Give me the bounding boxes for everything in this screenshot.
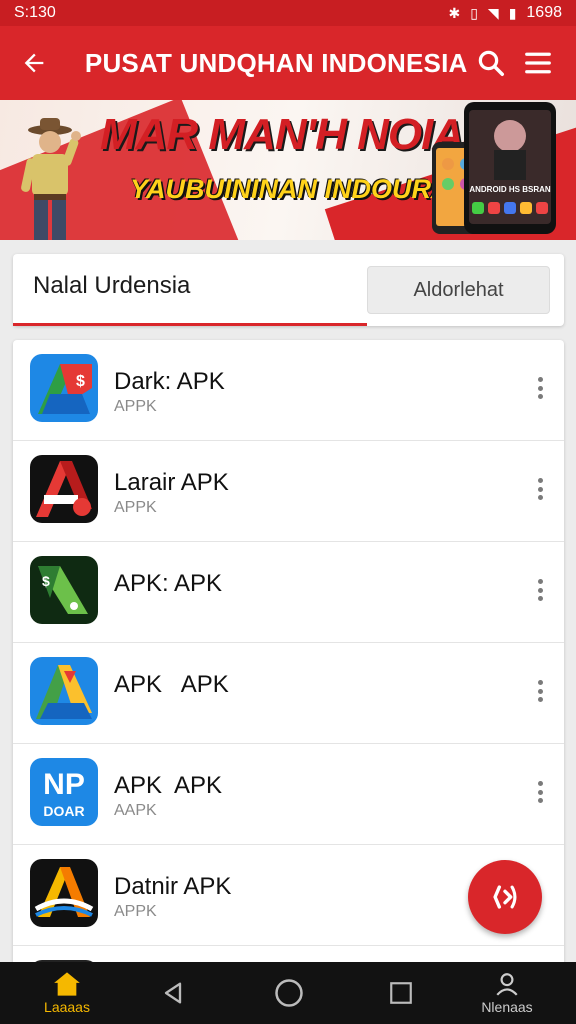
square-recents-icon bbox=[390, 982, 412, 1004]
app-subtitle: AAPK bbox=[114, 802, 157, 819]
list-item[interactable]: NP DOAR APK APK AAPK bbox=[13, 744, 564, 845]
app-icon-text: NP bbox=[43, 768, 85, 801]
app-logo-icon bbox=[30, 455, 98, 523]
app-icon: NP DOAR bbox=[30, 758, 98, 826]
app-logo-icon: $ bbox=[30, 354, 98, 422]
list-item[interactable]: APK APK bbox=[13, 643, 564, 744]
app-name: APK APK bbox=[114, 671, 229, 698]
nav-home-label: Laaaas bbox=[44, 999, 90, 1015]
wifi-icon: ◥ bbox=[487, 4, 499, 21]
banner-headline: MAR MAN'H NOIAS! bbox=[100, 110, 506, 159]
hamburger-icon bbox=[525, 52, 552, 74]
arrow-left-icon bbox=[25, 53, 44, 73]
app-logo-icon: $ bbox=[30, 556, 98, 624]
search-submit-button[interactable]: Aldorlehat bbox=[367, 266, 550, 314]
nav-back-button[interactable] bbox=[152, 962, 194, 1024]
status-time: S:130 bbox=[14, 4, 56, 21]
back-button[interactable] bbox=[0, 26, 69, 100]
overflow-menu-button[interactable] bbox=[530, 372, 550, 404]
app-logo-icon bbox=[30, 657, 98, 725]
bluetooth-icon: ✱ bbox=[448, 4, 461, 21]
app-icon: $ bbox=[30, 354, 98, 422]
floating-action-button[interactable] bbox=[468, 860, 542, 934]
app-subtitle: APPK bbox=[114, 499, 157, 516]
app-logo-icon: NP DOAR bbox=[30, 758, 98, 826]
bottom-navigation: Laaaas Nlenaas bbox=[0, 962, 576, 1024]
status-icons: ✱ ▯ ◥ ▮ 1698 bbox=[448, 4, 562, 22]
list-item[interactable]: Larair APK APPK bbox=[13, 441, 564, 542]
nav-profile-label: Nlenaas bbox=[481, 999, 533, 1015]
status-clock: 1698 bbox=[526, 4, 562, 21]
app-name: APK APK bbox=[114, 772, 223, 799]
search-input-underline bbox=[13, 323, 367, 326]
app-logo-icon bbox=[30, 859, 98, 927]
app-icon bbox=[30, 455, 98, 523]
status-bar: S:130 ✱ ▯ ◥ ▮ 1698 bbox=[0, 0, 576, 26]
person-icon bbox=[496, 973, 518, 996]
overflow-menu-button[interactable] bbox=[530, 574, 550, 606]
app-name: Larair APK bbox=[114, 469, 229, 496]
app-subtitle: APPK bbox=[114, 398, 157, 415]
nav-home-button[interactable] bbox=[268, 962, 310, 1024]
app-icon: $ bbox=[30, 556, 98, 624]
app-name: APK: APK bbox=[114, 570, 223, 597]
home-icon bbox=[54, 972, 80, 996]
app-name: Dark: APK bbox=[114, 368, 225, 395]
overflow-menu-button[interactable] bbox=[530, 473, 550, 505]
svg-text:$: $ bbox=[76, 373, 85, 390]
overflow-menu-button[interactable] bbox=[530, 776, 550, 808]
page-title: PUSAT UNDQHAN INDONESIA bbox=[84, 47, 468, 78]
vibrate-icon: ▯ bbox=[470, 4, 478, 21]
menu-button[interactable] bbox=[515, 26, 562, 100]
app-icon bbox=[30, 859, 98, 927]
circle-home-icon bbox=[275, 979, 303, 1007]
phones-illustration: ANDROID HS BSRAN bbox=[432, 102, 556, 234]
swap-icon bbox=[493, 885, 517, 909]
explorer-illustration bbox=[21, 118, 81, 240]
search-button[interactable] bbox=[467, 26, 514, 100]
triangle-back-icon bbox=[164, 982, 182, 1004]
promo-banner[interactable]: MAR MAN'H NOIAS! YAUBUININAN INDOURA: AN… bbox=[0, 100, 576, 240]
list-item[interactable]: $ APK: APK bbox=[13, 542, 564, 643]
app-bar: PUSAT UNDQHAN INDONESIA bbox=[0, 26, 576, 100]
search-card: Nalal Urdensia Aldorlehat bbox=[13, 254, 564, 326]
svg-text:$: $ bbox=[42, 573, 50, 589]
app-icon-text: DOAR bbox=[43, 803, 84, 819]
app-name: Datnir APK bbox=[114, 873, 232, 900]
list-item[interactable]: $ Dark: APK APPK bbox=[13, 340, 564, 441]
banner-subline: YAUBUININAN INDOURA: bbox=[130, 174, 460, 204]
nav-home[interactable]: Laaaas bbox=[36, 962, 98, 1024]
search-icon bbox=[478, 50, 505, 76]
search-input[interactable]: Nalal Urdensia bbox=[33, 272, 190, 300]
overflow-menu-button[interactable] bbox=[530, 675, 550, 707]
app-subtitle: APPK bbox=[114, 903, 157, 920]
nav-recents-button[interactable] bbox=[380, 962, 422, 1024]
app-icon bbox=[30, 657, 98, 725]
phone-screen-text: ANDROID HS BSRAN bbox=[469, 185, 551, 194]
battery-icon: ▮ bbox=[508, 4, 517, 21]
nav-profile[interactable]: Nlenaas bbox=[474, 962, 540, 1024]
